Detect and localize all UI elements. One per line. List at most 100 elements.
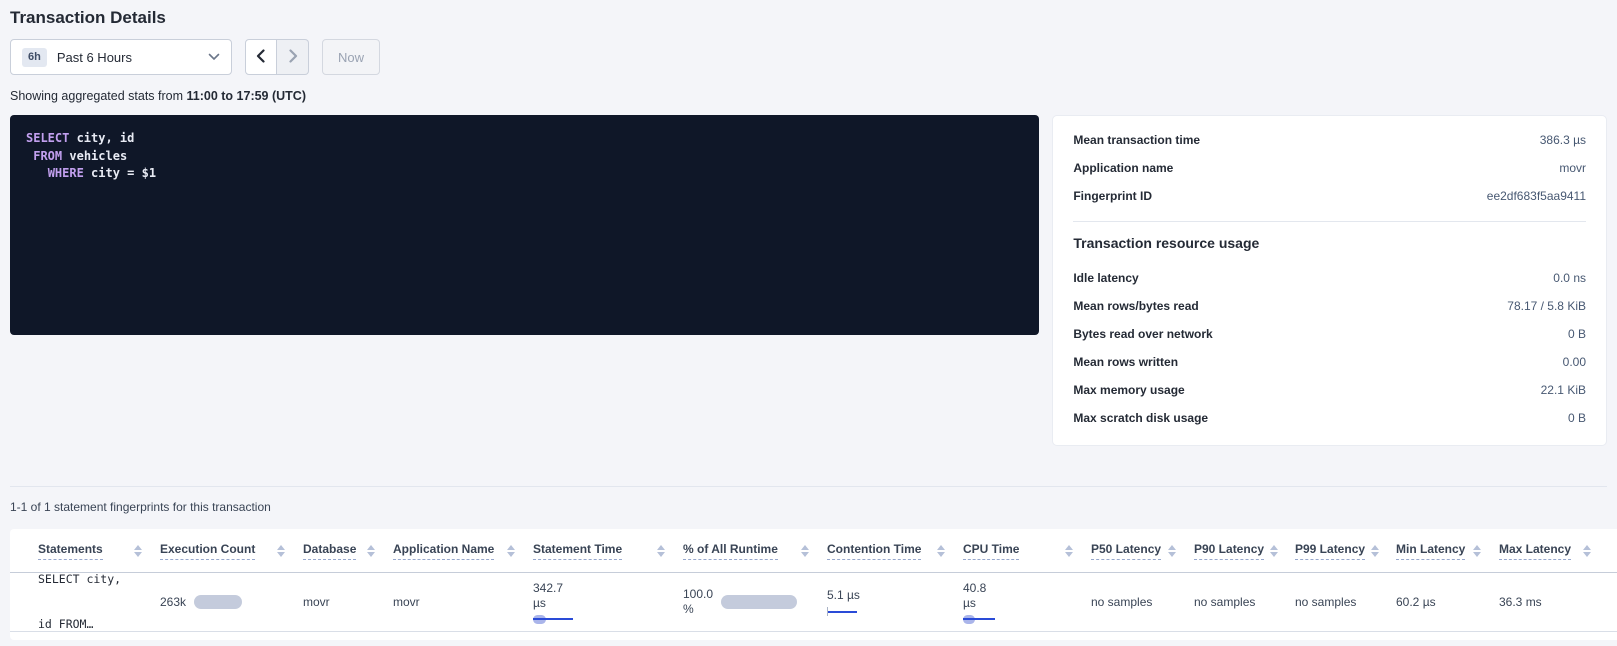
column-header-label[interactable]: Database: [303, 542, 356, 560]
resource-row: Mean rows written 0.00: [1073, 348, 1586, 376]
cell-contention-time: 5.1 µs: [827, 588, 963, 616]
statement-time-unit: µs: [533, 596, 665, 611]
resource-value: 0 B: [1568, 411, 1586, 425]
cell-statement: SELECT city, id FROM…: [38, 542, 160, 640]
column-header-label[interactable]: CPU Time: [963, 542, 1019, 560]
percent-runtime-unit: %: [683, 602, 713, 617]
transaction-summary-panel: Mean transaction time 386.3 µs Applicati…: [1052, 115, 1607, 446]
sort-icon[interactable]: [277, 545, 285, 557]
column-header-label[interactable]: % of All Runtime: [683, 542, 778, 560]
cell-cpu-time: 40.8 µs: [963, 581, 1091, 624]
resource-label: Mean rows written: [1073, 355, 1178, 369]
sort-icon[interactable]: [1168, 545, 1176, 557]
statements-table-caption: 1-1 of 1 statement fingerprints for this…: [10, 500, 1607, 514]
aggregated-stats-line: Showing aggregated stats from 11:00 to 1…: [10, 89, 1607, 103]
sort-icon[interactable]: [1473, 545, 1481, 557]
column-header-execution-count: Execution Count: [160, 542, 303, 560]
sql-statement-box: SELECT city, id FROM vehicles WHERE city…: [10, 115, 1039, 335]
cell-p99-latency: no samples: [1295, 595, 1396, 609]
execution-count-value: 263k: [160, 595, 186, 609]
column-header-label[interactable]: P50 Latency: [1091, 542, 1161, 560]
resource-row: Idle latency 0.0 ns: [1073, 264, 1586, 292]
details-main-row: SELECT city, id FROM vehicles WHERE city…: [10, 115, 1607, 446]
sql-keyword: SELECT: [26, 131, 69, 145]
transaction-details-page: Transaction Details 6h Past 6 Hours Now …: [0, 8, 1617, 640]
previous-time-button[interactable]: [245, 39, 277, 75]
percent-runtime-value: 100.0: [683, 587, 713, 602]
sort-icon[interactable]: [507, 545, 515, 557]
time-range-badge: 6h: [22, 48, 47, 67]
now-button[interactable]: Now: [322, 39, 380, 75]
statement-line-1: SELECT city,: [38, 572, 142, 587]
column-header-p50-latency: P50 Latency: [1091, 542, 1194, 560]
sort-icon[interactable]: [1583, 545, 1591, 557]
contention-time-bar: [827, 607, 857, 616]
resource-value: 0.0 ns: [1553, 271, 1586, 285]
summary-divider: [1073, 221, 1586, 222]
resource-label: Mean rows/bytes read: [1073, 299, 1198, 313]
column-header-database: Database: [303, 542, 393, 560]
sort-icon[interactable]: [937, 545, 945, 557]
cell-p50-latency: no samples: [1091, 595, 1194, 609]
chevron-right-icon: [288, 49, 298, 66]
chevron-down-icon: [208, 48, 220, 66]
resource-label: Bytes read over network: [1073, 327, 1212, 341]
summary-row: Fingerprint ID ee2df683f5aa9411: [1073, 182, 1586, 210]
column-header-label[interactable]: Statement Time: [533, 542, 622, 560]
time-nav-buttons: [245, 39, 309, 75]
contention-time-value: 5.1 µs: [827, 588, 945, 603]
sql-line: SELECT city, id: [26, 130, 1023, 148]
section-divider: [10, 486, 1607, 487]
column-header-label[interactable]: Contention Time: [827, 542, 921, 560]
column-header-label[interactable]: Execution Count: [160, 542, 255, 560]
statement-time-bar: [533, 615, 573, 624]
resource-usage-heading: Transaction resource usage: [1073, 235, 1586, 251]
sql-indent: [26, 166, 48, 180]
summary-row: Mean transaction time 386.3 µs: [1073, 126, 1586, 154]
column-header-min-latency: Min Latency: [1396, 542, 1499, 560]
cell-statement-time: 342.7 µs: [533, 581, 683, 624]
summary-value: 386.3 µs: [1540, 133, 1586, 147]
summary-row: Application name movr: [1073, 154, 1586, 182]
sql-line: FROM vehicles: [26, 148, 1023, 166]
cell-p90-latency: no samples: [1194, 595, 1295, 609]
resource-row: Max scratch disk usage 0 B: [1073, 404, 1586, 432]
column-header-label[interactable]: P90 Latency: [1194, 542, 1264, 560]
sort-icon[interactable]: [1371, 545, 1379, 557]
time-range-dropdown[interactable]: 6h Past 6 Hours: [10, 39, 232, 75]
cell-percent-runtime: 100.0 %: [683, 587, 827, 617]
sort-icon[interactable]: [801, 545, 809, 557]
statement-time-value: 342.7: [533, 581, 665, 596]
column-header-label[interactable]: Min Latency: [1396, 542, 1465, 560]
sql-line: WHERE city = $1: [26, 165, 1023, 183]
column-header-p90-latency: P90 Latency: [1194, 542, 1295, 560]
sort-icon[interactable]: [367, 545, 375, 557]
statements-table-header: Statements Execution Count Database Appl…: [10, 529, 1617, 573]
cell-max-latency: 36.3 ms: [1499, 595, 1609, 609]
time-controls: 6h Past 6 Hours Now: [10, 39, 1607, 75]
sort-icon[interactable]: [1065, 545, 1073, 557]
column-header-label[interactable]: Application Name: [393, 542, 494, 560]
sort-icon[interactable]: [657, 545, 665, 557]
statement-line-2: id FROM…: [38, 617, 142, 632]
stats-line-range: 11:00 to 17:59 (UTC): [187, 89, 306, 103]
percent-runtime-bar: [721, 595, 797, 609]
cell-execution-count: 263k: [160, 595, 303, 609]
stats-line-prefix: Showing aggregated stats from: [10, 89, 183, 103]
column-header-statement-time: Statement Time: [533, 542, 683, 560]
resource-label: Max memory usage: [1073, 383, 1184, 397]
resource-row: Mean rows/bytes read 78.17 / 5.8 KiB: [1073, 292, 1586, 320]
column-header-label[interactable]: P99 Latency: [1295, 542, 1365, 560]
column-header-label[interactable]: Max Latency: [1499, 542, 1571, 560]
resource-row: Bytes read over network 0 B: [1073, 320, 1586, 348]
cell-application-name: movr: [393, 595, 533, 609]
statement-link[interactable]: SELECT city, id FROM…: [38, 542, 142, 640]
statements-table: Statements Execution Count Database Appl…: [10, 529, 1617, 640]
execution-count-bar: [194, 595, 242, 609]
next-time-button[interactable]: [277, 39, 309, 75]
cell-database: movr: [303, 595, 393, 609]
summary-value: movr: [1559, 161, 1586, 175]
column-header-application-name: Application Name: [393, 542, 533, 560]
summary-value: ee2df683f5aa9411: [1487, 189, 1586, 203]
sort-icon[interactable]: [1270, 545, 1278, 557]
